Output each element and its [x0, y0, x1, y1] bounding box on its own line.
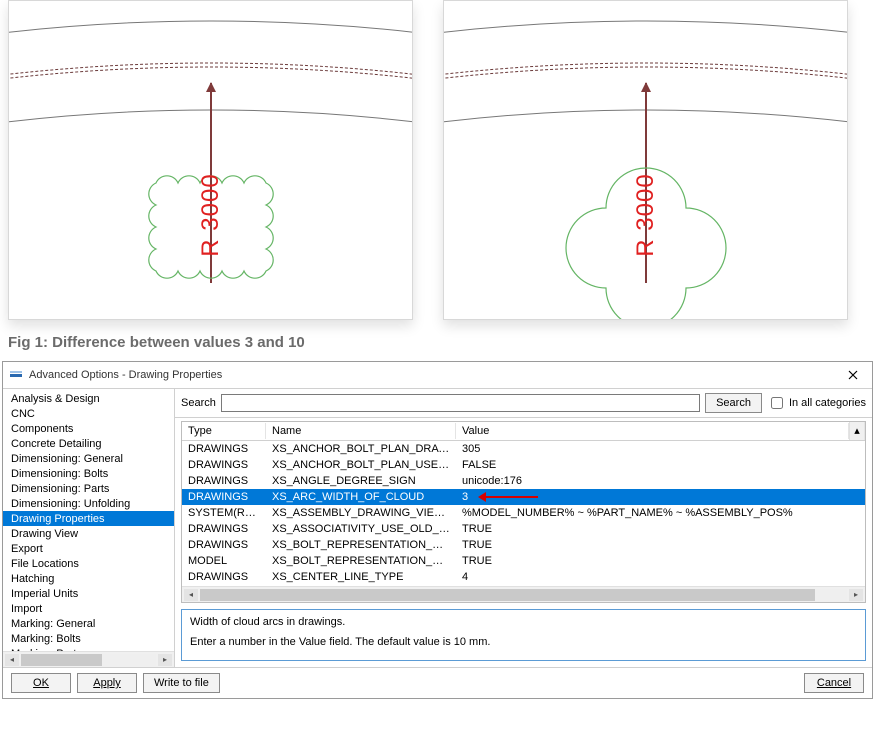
- in-all-categories-label: In all categories: [789, 397, 866, 409]
- sidebar-item[interactable]: Export: [3, 541, 174, 556]
- table-header: Type Name Value ▴: [182, 422, 865, 441]
- sidebar-item[interactable]: Concrete Detailing: [3, 436, 174, 451]
- sidebar-item[interactable]: Dimensioning: General: [3, 451, 174, 466]
- sidebar-item[interactable]: Drawing Properties: [3, 511, 174, 526]
- table-row[interactable]: DRAWINGSXS_ARC_WIDTH_OF_CLOUD3: [182, 489, 865, 505]
- sidebar-item[interactable]: Marking: Bolts: [3, 631, 174, 646]
- sidebar-item[interactable]: CNC: [3, 406, 174, 421]
- search-row: Search Search In all categories: [175, 389, 872, 418]
- app-icon: [9, 368, 23, 382]
- in-all-categories-checkbox[interactable]: In all categories: [767, 394, 866, 412]
- in-all-categories-input[interactable]: [771, 397, 783, 409]
- cell-type: MODEL: [182, 553, 266, 569]
- highlight-arrow-icon: [478, 493, 538, 501]
- scroll-right-icon[interactable]: ▸: [849, 589, 863, 601]
- cell-type: DRAWINGS: [182, 537, 266, 553]
- cell-name: XS_ANCHOR_BOLT_PLAN_DRAWING_TOLER...: [266, 441, 456, 457]
- search-button[interactable]: Search: [705, 393, 762, 413]
- table-row[interactable]: USERXS_CHANGE_DRAGGED_DIMENSIONS_TO_FI..…: [182, 585, 865, 586]
- cell-type: DRAWINGS: [182, 457, 266, 473]
- scroll-up-icon[interactable]: ▴: [849, 422, 865, 440]
- description-box: Width of cloud arcs in drawings. Enter a…: [181, 609, 866, 661]
- cell-type: DRAWINGS: [182, 473, 266, 489]
- table-row[interactable]: DRAWINGSXS_ANCHOR_BOLT_PLAN_DRAWING_TOLE…: [182, 441, 865, 457]
- table-hscrollbar[interactable]: ◂ ▸: [182, 586, 865, 602]
- cell-value: unicode:176: [456, 473, 849, 489]
- options-table: Type Name Value ▴ DRAWINGSXS_ANCHOR_BOLT…: [181, 421, 866, 603]
- cell-type: SYSTEM(ROLE): [182, 505, 266, 521]
- preview-panel-small-cloud: R 3000: [8, 0, 413, 320]
- titlebar: Advanced Options - Drawing Properties: [3, 362, 872, 389]
- search-label: Search: [181, 397, 216, 409]
- sidebar-item[interactable]: Analysis & Design: [3, 391, 174, 406]
- radius-label: R 3000: [632, 173, 660, 256]
- cell-name: XS_ASSEMBLY_DRAWING_VIEW_TITLE: [266, 505, 456, 521]
- advanced-options-dialog: Advanced Options - Drawing Properties An…: [2, 361, 873, 699]
- scroll-left-icon[interactable]: ◂: [5, 654, 19, 666]
- preview-panel-large-cloud: R 3000: [443, 0, 848, 320]
- dialog-title: Advanced Options - Drawing Properties: [29, 369, 834, 381]
- search-input[interactable]: [221, 394, 700, 412]
- cell-value: 4: [456, 569, 849, 585]
- cell-name: XS_ANCHOR_BOLT_PLAN_USE_VIEW_COOR...: [266, 457, 456, 473]
- cell-name: XS_CENTER_LINE_TYPE: [266, 569, 456, 585]
- sidebar-item[interactable]: Imperial Units: [3, 586, 174, 601]
- sidebar-item[interactable]: Dimensioning: Unfolding: [3, 496, 174, 511]
- cell-value: %MODEL_NUMBER% ~ %PART_NAME% ~ %ASSEMBLY…: [456, 505, 849, 521]
- sidebar-item[interactable]: Dimensioning: Parts: [3, 481, 174, 496]
- cell-value: TRUE: [456, 585, 849, 586]
- cell-type: DRAWINGS: [182, 489, 266, 505]
- cell-name: XS_ASSOCIATIVITY_USE_OLD_SYMBOLS: [266, 521, 456, 537]
- write-to-file-button[interactable]: Write to file: [143, 673, 220, 693]
- table-row[interactable]: DRAWINGSXS_ASSOCIATIVITY_USE_OLD_SYMBOLS…: [182, 521, 865, 537]
- figure-caption: Fig 1: Difference between values 3 and 1…: [0, 330, 877, 361]
- close-button[interactable]: [840, 365, 866, 385]
- cancel-button[interactable]: Cancel: [804, 673, 864, 693]
- cell-value: 305: [456, 441, 849, 457]
- dialog-footer: OK Apply Write to file Cancel: [3, 667, 872, 698]
- category-sidebar: Analysis & DesignCNCComponentsConcrete D…: [3, 389, 175, 667]
- table-row[interactable]: DRAWINGSXS_CENTER_LINE_TYPE4: [182, 569, 865, 585]
- cell-value: TRUE: [456, 553, 849, 569]
- sidebar-item[interactable]: Drawing View: [3, 526, 174, 541]
- sidebar-item[interactable]: Marking: General: [3, 616, 174, 631]
- apply-button[interactable]: Apply: [77, 673, 137, 693]
- sidebar-item[interactable]: Components: [3, 421, 174, 436]
- table-row[interactable]: SYSTEM(ROLE)XS_ASSEMBLY_DRAWING_VIEW_TIT…: [182, 505, 865, 521]
- sidebar-item[interactable]: Import: [3, 601, 174, 616]
- cell-name: XS_CHANGE_DRAGGED_DIMENSIONS_TO_FI...: [266, 585, 456, 586]
- cell-type: DRAWINGS: [182, 441, 266, 457]
- cell-type: DRAWINGS: [182, 521, 266, 537]
- cell-name: XS_ANGLE_DEGREE_SIGN: [266, 473, 456, 489]
- description-line2: Enter a number in the Value field. The d…: [190, 636, 857, 648]
- sidebar-item[interactable]: File Locations: [3, 556, 174, 571]
- cell-name: XS_ARC_WIDTH_OF_CLOUD: [266, 489, 456, 505]
- cell-value: TRUE: [456, 521, 849, 537]
- table-row[interactable]: DRAWINGSXS_BOLT_REPRESENTATION_SYMBOL_AX…: [182, 537, 865, 553]
- cell-value: TRUE: [456, 537, 849, 553]
- cell-name: XS_BOLT_REPRESENTATION_SYMBOL_AXIS_...: [266, 537, 456, 553]
- col-name[interactable]: Name: [266, 423, 456, 439]
- sidebar-hscrollbar[interactable]: ◂ ▸: [3, 651, 174, 667]
- table-row[interactable]: MODELXS_BOLT_REPRESENTATION_USE_POSITIVE…: [182, 553, 865, 569]
- cell-name: XS_BOLT_REPRESENTATION_USE_POSITIVE_...: [266, 553, 456, 569]
- table-row[interactable]: DRAWINGSXS_ANCHOR_BOLT_PLAN_USE_VIEW_COO…: [182, 457, 865, 473]
- col-type[interactable]: Type: [182, 423, 266, 439]
- description-line1: Width of cloud arcs in drawings.: [190, 616, 857, 628]
- table-row[interactable]: DRAWINGSXS_ANGLE_DEGREE_SIGNunicode:176: [182, 473, 865, 489]
- cell-type: DRAWINGS: [182, 569, 266, 585]
- cell-type: USER: [182, 585, 266, 586]
- ok-button[interactable]: OK: [11, 673, 71, 693]
- sidebar-item[interactable]: Dimensioning: Bolts: [3, 466, 174, 481]
- scroll-right-icon[interactable]: ▸: [158, 654, 172, 666]
- col-value[interactable]: Value: [456, 423, 849, 439]
- cell-value: FALSE: [456, 457, 849, 473]
- sidebar-item[interactable]: Hatching: [3, 571, 174, 586]
- radius-label: R 3000: [197, 173, 225, 256]
- scroll-left-icon[interactable]: ◂: [184, 589, 198, 601]
- cell-value: 3: [456, 489, 849, 505]
